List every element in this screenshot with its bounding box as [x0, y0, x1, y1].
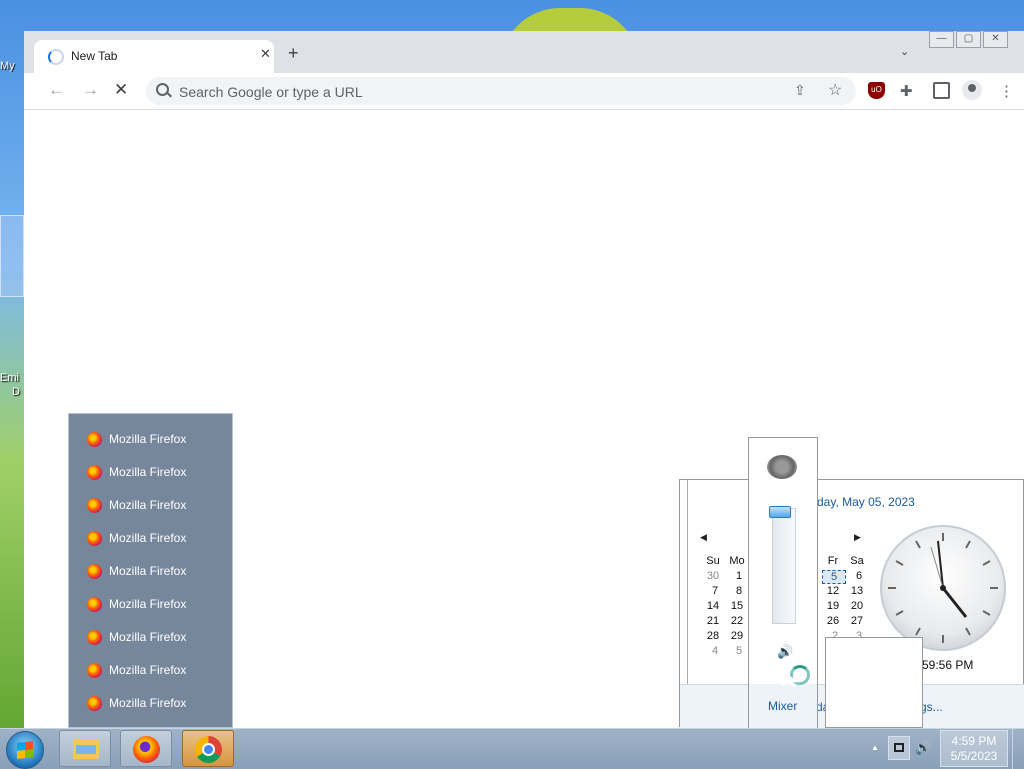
- next-month-arrow-icon[interactable]: ▶: [854, 532, 861, 543]
- calendar-day[interactable]: 19: [822, 600, 844, 612]
- calendar-day[interactable]: 30: [702, 570, 724, 582]
- jump-list-item[interactable]: Mozilla Firefox: [87, 463, 227, 483]
- firefox-icon: [87, 465, 102, 480]
- show-desktop-button[interactable]: [1012, 729, 1024, 769]
- chrome-icon: [195, 736, 222, 763]
- firefox-icon: [87, 498, 102, 513]
- calendar-day[interactable]: 7: [704, 585, 726, 597]
- calendar-day[interactable]: 1: [728, 570, 750, 582]
- jump-list-item[interactable]: Mozilla Firefox: [87, 661, 227, 681]
- firefox-icon: [133, 736, 160, 763]
- close-window-button[interactable]: ✕: [983, 31, 1008, 48]
- calendar-day[interactable]: 22: [726, 615, 748, 627]
- change-settings-link[interactable]: gs...: [920, 700, 943, 714]
- taskbar: ▲ 🔊 4:59 PM 5/5/2023: [0, 728, 1024, 769]
- analog-clock: [880, 525, 1006, 651]
- stop-button[interactable]: ✕: [114, 80, 128, 100]
- browser-toolbar: ← → ✕ Search Google or type a URL ⇪ ☆ uO…: [24, 73, 1024, 110]
- calendar-header: Sa: [850, 555, 864, 567]
- calendar-day[interactable]: 21: [702, 615, 724, 627]
- calendar-day[interactable]: 14: [702, 600, 724, 612]
- omnibox-placeholder[interactable]: Search Google or type a URL: [179, 84, 363, 100]
- show-hidden-icons-arrow-icon[interactable]: ▲: [871, 743, 879, 752]
- long-date-link[interactable]: day, May 05, 2023: [817, 495, 915, 509]
- desktop-icon-label[interactable]: Emi: [0, 372, 24, 384]
- new-tab-button[interactable]: +: [288, 43, 299, 64]
- calendar-day[interactable]: 28: [702, 630, 724, 642]
- taskbar-time: 4:59 PM: [951, 734, 997, 748]
- forward-button[interactable]: →: [82, 80, 99, 100]
- jump-list-item[interactable]: Mozilla Firefox: [87, 562, 227, 582]
- volume-slider-track[interactable]: [772, 508, 796, 624]
- window-controls: — ▢ ✕: [929, 31, 1010, 48]
- firefox-icon: [87, 531, 102, 546]
- calendar-header: Fr: [827, 555, 839, 567]
- calendar-day[interactable]: 26: [822, 615, 844, 627]
- desktop-icon-selected[interactable]: [0, 215, 24, 297]
- tab-title: New Tab: [71, 49, 118, 63]
- firefox-icon: [87, 630, 102, 645]
- taskbar-explorer-button[interactable]: [59, 730, 111, 767]
- calendar-day[interactable]: 29: [726, 630, 748, 642]
- taskbar-firefox-button[interactable]: [120, 730, 172, 767]
- speaker-device-icon[interactable]: [767, 455, 797, 479]
- firefox-jump-list: Mozilla Firefox Mozilla Firefox Mozilla …: [68, 413, 233, 728]
- taskbar-chrome-button[interactable]: [182, 730, 234, 767]
- loading-spinner-icon: [48, 49, 64, 65]
- back-button[interactable]: ←: [48, 80, 65, 100]
- extensions-icon[interactable]: ✚: [900, 82, 917, 100]
- volume-tray-icon[interactable]: 🔊: [915, 740, 931, 756]
- tab-close-icon[interactable]: ✕: [260, 46, 271, 62]
- mute-speaker-icon[interactable]: 🔊: [777, 644, 793, 660]
- taskbar-clock[interactable]: 4:59 PM 5/5/2023: [940, 730, 1008, 767]
- firefox-icon: [87, 663, 102, 678]
- folder-icon: [73, 739, 99, 759]
- profile-avatar-icon[interactable]: [962, 80, 982, 100]
- ublock-origin-icon[interactable]: uO: [868, 82, 885, 99]
- network-icon[interactable]: [888, 736, 910, 760]
- calendar-day[interactable]: 4: [704, 645, 726, 657]
- calendar-day[interactable]: 13: [846, 585, 868, 597]
- chrome-menu-icon[interactable]: ⋮: [999, 82, 1016, 100]
- minimize-button[interactable]: —: [929, 31, 954, 48]
- calendar-day[interactable]: 12: [822, 585, 844, 597]
- tab-new-tab[interactable]: New Tab ✕: [34, 40, 274, 73]
- calendar-header: Mo: [729, 555, 745, 567]
- calendar-day-today[interactable]: 5: [822, 570, 846, 584]
- firefox-icon: [87, 564, 102, 579]
- volume-slider-thumb[interactable]: [769, 506, 791, 519]
- digital-time: 59:56 PM: [922, 658, 974, 672]
- jump-list-item[interactable]: Mozilla Firefox: [87, 694, 227, 714]
- calendar-day[interactable]: 15: [726, 600, 748, 612]
- calendar-day[interactable]: 5: [728, 645, 750, 657]
- firefox-icon: [87, 432, 102, 447]
- share-icon[interactable]: ⇪: [794, 82, 806, 99]
- side-panel-icon[interactable]: [933, 82, 950, 99]
- firefox-icon: [87, 696, 102, 711]
- calendar-day[interactable]: 6: [848, 570, 870, 582]
- taskbar-date: 5/5/2023: [950, 749, 998, 763]
- maximize-button[interactable]: ▢: [956, 31, 981, 48]
- start-button[interactable]: [6, 731, 44, 769]
- jump-list-item[interactable]: Mozilla Firefox: [87, 430, 227, 450]
- jump-list-item[interactable]: Mozilla Firefox: [87, 529, 227, 549]
- jump-list-item[interactable]: Mozilla Firefox: [87, 628, 227, 648]
- tab-search-icon[interactable]: ⌄: [900, 45, 909, 58]
- blank-popup: [825, 637, 923, 728]
- prev-month-arrow-icon[interactable]: ◀: [700, 532, 707, 543]
- bookmark-star-icon[interactable]: ☆: [828, 80, 842, 100]
- calendar-day[interactable]: 27: [846, 615, 868, 627]
- mixer-link[interactable]: Mixer: [768, 699, 797, 713]
- calendar-day[interactable]: 8: [728, 585, 750, 597]
- omnibox[interactable]: Search Google or type a URL ⇪ ☆: [146, 77, 856, 105]
- firefox-icon: [87, 597, 102, 612]
- calendar-day[interactable]: 20: [846, 600, 868, 612]
- jump-list-item[interactable]: Mozilla Firefox: [87, 595, 227, 615]
- calendar-header: Su: [706, 555, 720, 567]
- tab-strip: New Tab ✕ + ⌄ — ▢ ✕: [24, 31, 1024, 73]
- search-icon: [156, 83, 169, 96]
- desktop-icon-my-computer-label[interactable]: My: [0, 60, 24, 72]
- jump-list-item[interactable]: Mozilla Firefox: [87, 496, 227, 516]
- clock-face-icon: [888, 533, 998, 643]
